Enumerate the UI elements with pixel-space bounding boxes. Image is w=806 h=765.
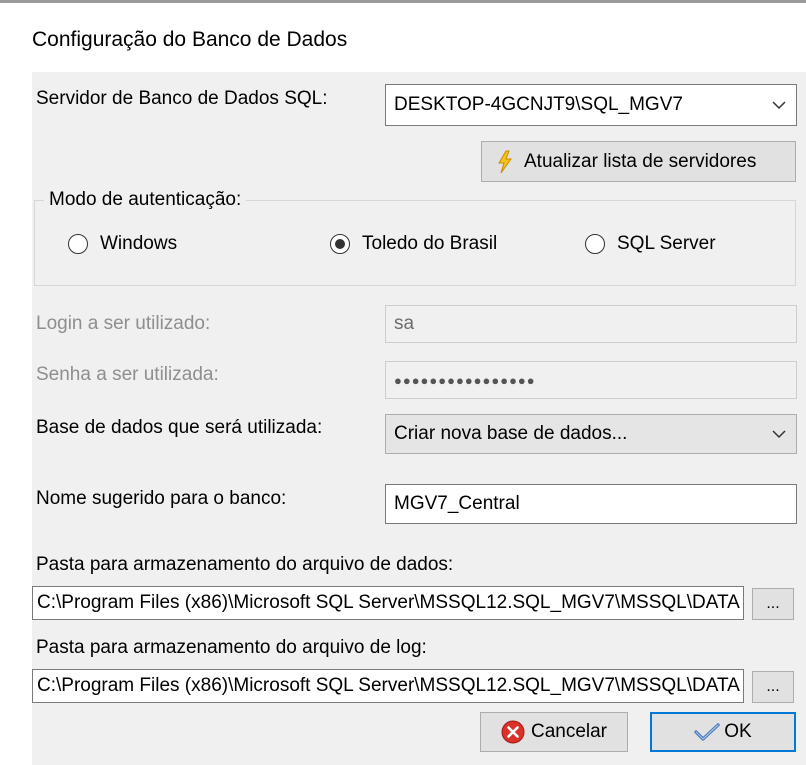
login-field[interactable]: sa [385, 305, 797, 343]
radio-sql-server[interactable]: SQL Server [585, 233, 716, 255]
refresh-servers-label: Atualizar lista de servidores [524, 150, 757, 172]
cancel-button[interactable]: Cancelar [480, 712, 628, 752]
data-path-field[interactable]: C:\Program Files (x86)\Microsoft SQL Ser… [32, 586, 744, 620]
db-name-field[interactable]: MGV7_Central [385, 484, 797, 524]
radio-sql-server-label: SQL Server [617, 233, 716, 254]
radio-circle [68, 234, 88, 254]
browse-log-path-button[interactable]: ... [752, 671, 794, 703]
radio-windows-label: Windows [100, 233, 178, 254]
log-path-field[interactable]: C:\Program Files (x86)\Microsoft SQL Ser… [32, 669, 744, 703]
radio-toledo-label: Toledo do Brasil [362, 233, 498, 254]
db-name-label: Nome sugerido para o banco: [36, 488, 287, 509]
checkmark-icon [694, 722, 720, 742]
refresh-servers-button[interactable]: Atualizar lista de servidores [481, 141, 796, 182]
password-field[interactable]: ●●●●●●●●●●●●●●●● [385, 361, 797, 399]
radio-windows[interactable]: Windows [68, 233, 177, 255]
radio-circle [585, 234, 605, 254]
radio-circle-selected [330, 234, 350, 254]
cancel-icon [501, 720, 525, 744]
chevron-down-icon [762, 415, 796, 453]
database-label: Base de dados que será utilizada: [36, 417, 323, 438]
log-path-label: Pasta para armazenamento do arquivo de l… [36, 637, 427, 658]
lightning-icon [496, 150, 514, 174]
auth-mode-legend: Modo de autenticação: [44, 189, 247, 211]
login-label: Login a ser utilizado: [36, 313, 211, 334]
ok-label: OK [724, 721, 752, 742]
dialog-title: Configuração do Banco de Dados [32, 28, 348, 51]
browse-data-path-button[interactable]: ... [752, 588, 794, 620]
cancel-label: Cancelar [530, 721, 608, 742]
data-path-label: Pasta para armazenamento do arquivo de d… [36, 554, 454, 575]
radio-toledo-do-brasil[interactable]: Toledo do Brasil [330, 233, 497, 255]
server-label: Servidor de Banco de Dados SQL: [36, 88, 328, 109]
database-dropdown-value: Criar nova base de dados... [394, 423, 628, 444]
database-dropdown[interactable]: Criar nova base de dados... [385, 414, 797, 454]
window-top-border [0, 0, 806, 3]
server-dropdown-value: DESKTOP-4GCNJT9\SQL_MGV7 [394, 94, 683, 115]
password-label: Senha a ser utilizada: [36, 364, 219, 385]
server-dropdown[interactable]: DESKTOP-4GCNJT9\SQL_MGV7 [385, 84, 797, 126]
chevron-down-icon [762, 85, 796, 125]
ok-button[interactable]: OK [650, 712, 796, 752]
